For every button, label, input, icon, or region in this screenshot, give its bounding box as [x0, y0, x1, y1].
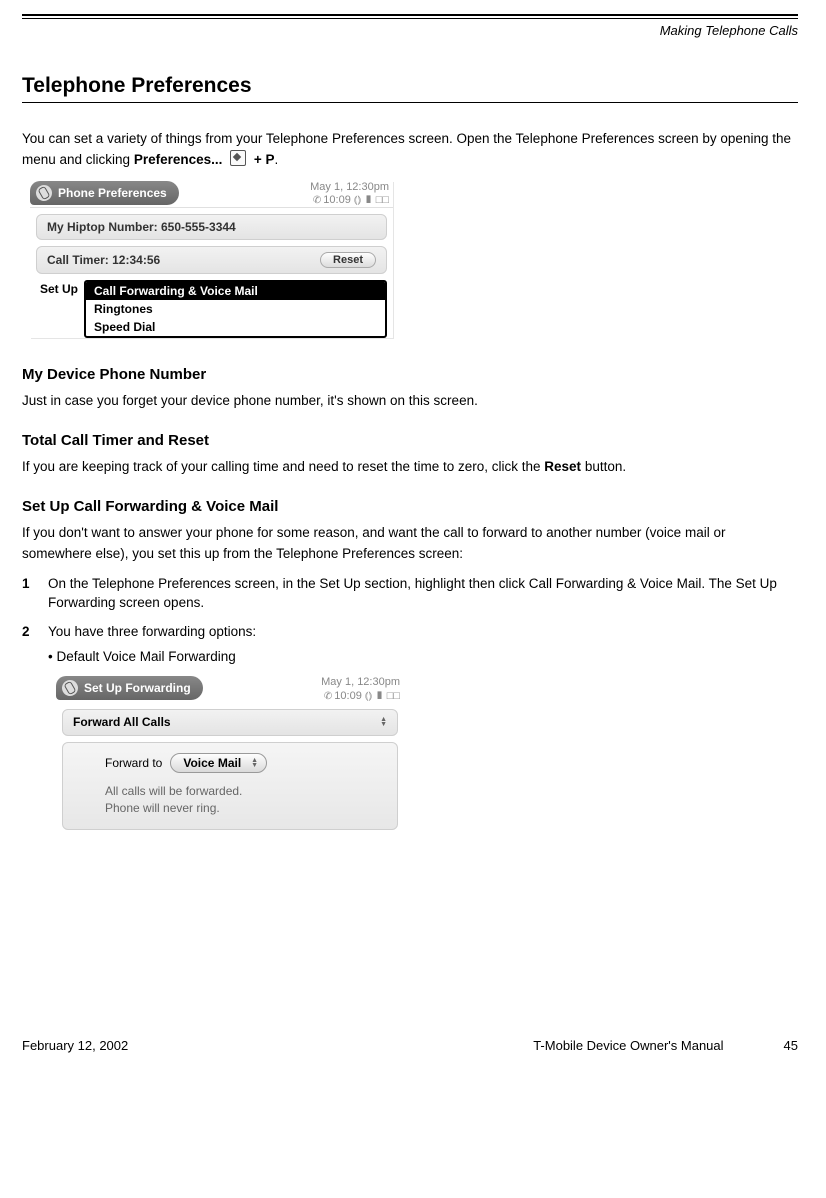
forward-to-select[interactable]: Voice Mail ▲▼ [170, 753, 267, 774]
top-rule-thin [22, 18, 798, 19]
call-timer-body: If you are keeping track of your calling… [22, 457, 798, 478]
setup-label: Set Up [40, 280, 78, 296]
call-timer-label: Call Timer: 12:34:56 [47, 253, 160, 267]
small-phone-icon [324, 690, 334, 702]
intro-preferences-bold: Preferences... [134, 152, 226, 167]
status-area: May 1, 12:30pm 10:09 ⦅⦆ ▮ □□ [179, 181, 393, 207]
intro-shortcut: + P [250, 152, 274, 167]
setup-item-call-forwarding[interactable]: Call Forwarding & Voice Mail [86, 282, 385, 300]
reset-button[interactable]: Reset [320, 252, 376, 268]
ct-reset-bold: Reset [544, 459, 581, 474]
forward-mode-select[interactable]: Forward All Calls ▲▼ [62, 709, 398, 736]
footer-page-number: 45 [784, 1038, 798, 1053]
setup-item-ringtones[interactable]: Ringtones [86, 300, 385, 318]
forward-to-label: Forward to [105, 755, 162, 772]
top-rule-thick [22, 14, 798, 16]
signal-icon: ⦅⦆ ▮ □□ [354, 194, 389, 206]
phone-icon [33, 182, 55, 204]
page-footer: February 12, 2002 T-Mobile Device Owner'… [22, 1038, 798, 1053]
section-rule [22, 102, 798, 103]
status-date: May 1, 12:30pm [183, 181, 389, 194]
ct-text-b: button. [581, 459, 626, 474]
forwarding-screenshot: Set Up Forwarding May 1, 12:30pm 10:09 ⦅… [56, 676, 404, 830]
step-1-text: On the Telephone Preferences screen, in … [48, 575, 798, 613]
my-number-row: My Hiptop Number: 650-555-3344 [36, 214, 387, 240]
step1-a: On the Telephone Preferences screen, in … [48, 576, 529, 591]
intro-period: . [275, 152, 279, 167]
title-tab: Phone Preferences [30, 181, 179, 205]
subheading-setup-forwarding: Set Up Call Forwarding & Voice Mail [22, 498, 798, 515]
title-label: Phone Preferences [58, 181, 167, 205]
my-device-body: Just in case you forget your device phon… [22, 391, 798, 412]
setup-row: Set Up Call Forwarding & Voice Mail Ring… [40, 280, 387, 338]
forward-body: Forward to Voice Mail ▲▼ All calls will … [62, 742, 398, 830]
running-header: Making Telephone Calls [22, 23, 798, 38]
call-timer-row: Call Timer: 12:34:56 Reset [36, 246, 387, 274]
setup-item-speed-dial[interactable]: Speed Dial [86, 318, 385, 336]
fwd-status-date: May 1, 12:30pm [207, 676, 400, 689]
fwd-title-tab: Set Up Forwarding [56, 676, 203, 700]
subheading-my-device: My Device Phone Number [22, 366, 798, 383]
step-2-block: You have three forwarding options: Defau… [48, 623, 404, 858]
forward-note-2: Phone will never ring. [105, 800, 385, 817]
status-time: 10:09 [323, 194, 351, 206]
updown-arrows-icon: ▲▼ [380, 717, 387, 727]
titlebar: Phone Preferences May 1, 12:30pm 10:09 ⦅… [30, 181, 393, 207]
footer-manual-title: T-Mobile Device Owner's Manual [128, 1038, 723, 1053]
section-title: Telephone Preferences [22, 74, 798, 98]
my-number-label: My Hiptop Number: 650-555-3344 [47, 220, 236, 234]
small-phone-icon [313, 194, 323, 206]
phone-icon [59, 678, 81, 700]
setup-list[interactable]: Call Forwarding & Voice Mail Ringtones S… [84, 280, 387, 338]
step-number-1: 1 [22, 575, 34, 613]
intro-paragraph: You can set a variety of things from you… [22, 129, 798, 171]
subheading-call-timer: Total Call Timer and Reset [22, 432, 798, 449]
fwd-status-time: 10:09 [334, 690, 362, 702]
forward-note-1: All calls will be forwarded. [105, 783, 385, 800]
menu-diamond-icon [230, 150, 246, 166]
footer-date: February 12, 2002 [22, 1038, 128, 1053]
bullet-default-vm: Default Voice Mail Forwarding [56, 649, 235, 664]
fwd-status-area: May 1, 12:30pm 10:09 ⦅⦆ ▮ □□ [203, 676, 404, 702]
steps-list: 1 On the Telephone Preferences screen, i… [22, 575, 798, 858]
step1-bold: Call Forwarding & Voice Mail [529, 576, 702, 591]
signal-icon: ⦅⦆ ▮ □□ [365, 690, 400, 702]
phone-preferences-screenshot: Phone Preferences May 1, 12:30pm 10:09 ⦅… [30, 181, 393, 338]
updown-arrows-icon: ▲▼ [251, 758, 258, 768]
options-bullets: Default Voice Mail Forwarding [48, 648, 404, 667]
fwd-title-label: Set Up Forwarding [84, 676, 191, 700]
step-number-2: 2 [22, 623, 34, 858]
fwd-titlebar: Set Up Forwarding May 1, 12:30pm 10:09 ⦅… [56, 676, 404, 702]
forward-mode-label: Forward All Calls [73, 714, 171, 731]
ct-text-a: If you are keeping track of your calling… [22, 459, 544, 474]
forward-to-row: Forward to Voice Mail ▲▼ [105, 753, 385, 774]
setup-forwarding-body: If you don't want to answer your phone f… [22, 523, 798, 565]
forward-to-value: Voice Mail [183, 755, 241, 772]
step-2-text: You have three forwarding options: [48, 624, 256, 639]
